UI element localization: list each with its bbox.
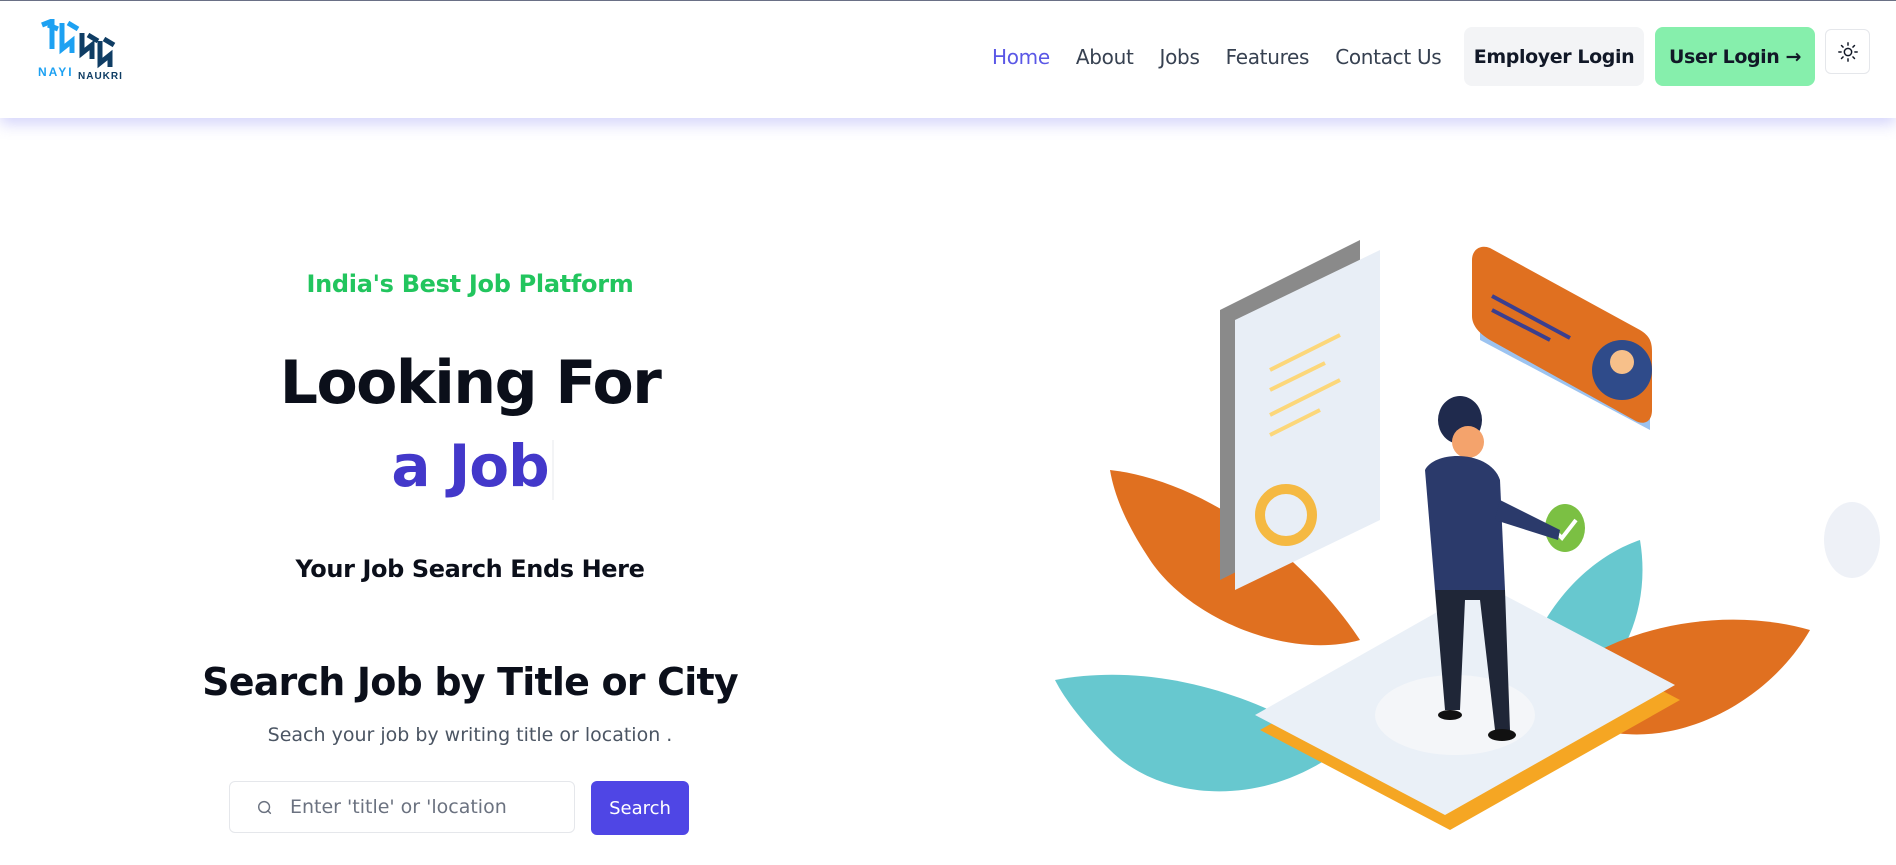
sun-icon bbox=[1837, 41, 1858, 62]
employer-login-button[interactable]: Employer Login bbox=[1464, 27, 1644, 86]
search-field[interactable] bbox=[229, 781, 575, 833]
hero-headline: Looking For bbox=[279, 348, 662, 418]
theme-toggle-button[interactable] bbox=[1825, 29, 1870, 74]
search-input[interactable] bbox=[290, 796, 550, 818]
navbar: NAYI NAUKRI Home About Jobs Features Con… bbox=[0, 1, 1896, 118]
employer-login-label: Employer Login bbox=[1473, 45, 1635, 68]
hero-illustration bbox=[1055, 240, 1880, 830]
logo-mark-icon bbox=[41, 19, 116, 69]
search-section-title: Search Job by Title or City bbox=[202, 660, 738, 704]
nav-link-contact-us[interactable]: Contact Us bbox=[1335, 45, 1442, 69]
logo-word-nayi: NAYI bbox=[38, 65, 74, 79]
typing-caret bbox=[552, 440, 554, 500]
logo[interactable]: NAYI NAUKRI bbox=[38, 19, 130, 85]
search-section-subtitle: Seach your job by writing title or locat… bbox=[267, 724, 673, 746]
faint-hand-icon bbox=[1824, 502, 1880, 578]
search-icon bbox=[250, 798, 280, 816]
user-login-label: User Login bbox=[1669, 45, 1780, 68]
search-button-label: Search bbox=[609, 797, 671, 819]
nav-link-about[interactable]: About bbox=[1076, 45, 1134, 69]
search-button[interactable]: Search bbox=[591, 781, 689, 835]
main-nav: Home About Jobs Features Contact Us bbox=[992, 45, 1467, 69]
user-login-button[interactable]: User Login → bbox=[1655, 27, 1815, 86]
hero-headline-accent: a Job bbox=[391, 432, 549, 500]
nav-link-jobs[interactable]: Jobs bbox=[1160, 45, 1200, 69]
hero-tagline: India's Best Job Platform bbox=[306, 270, 634, 298]
logo-word-naukri: NAUKRI bbox=[78, 71, 123, 82]
arrow-right-icon: → bbox=[1785, 45, 1801, 68]
hero-subhead: Your Job Search Ends Here bbox=[295, 555, 645, 583]
nav-link-home[interactable]: Home bbox=[992, 45, 1050, 69]
nav-link-features[interactable]: Features bbox=[1226, 45, 1310, 69]
